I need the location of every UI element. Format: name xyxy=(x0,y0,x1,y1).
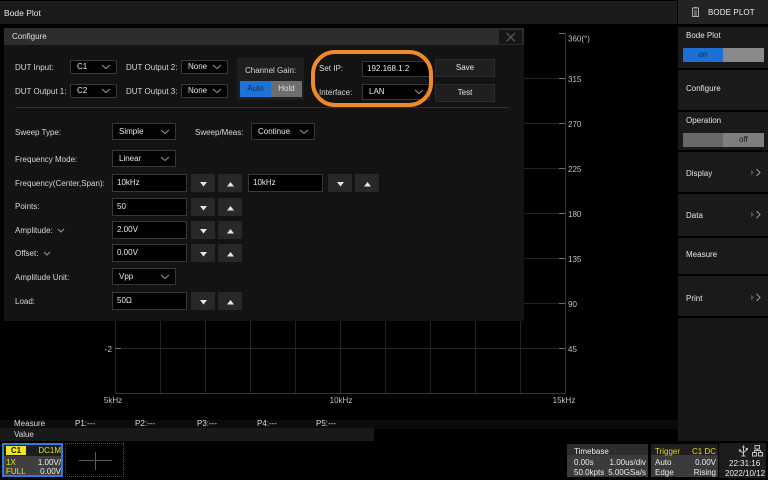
svg-text:360(°): 360(°) xyxy=(568,35,590,44)
svg-text:315: 315 xyxy=(568,75,582,84)
svg-text:-2: -2 xyxy=(105,345,113,354)
svg-text:135: 135 xyxy=(568,255,582,264)
svg-text:5kHz: 5kHz xyxy=(104,396,122,405)
svg-text:270: 270 xyxy=(568,120,582,129)
svg-text:15kHz: 15kHz xyxy=(553,396,576,405)
svg-text:45: 45 xyxy=(568,345,577,354)
svg-text:10kHz: 10kHz xyxy=(330,396,353,405)
svg-text:180: 180 xyxy=(568,210,582,219)
svg-text:225: 225 xyxy=(568,165,582,174)
svg-text:90: 90 xyxy=(568,300,577,309)
